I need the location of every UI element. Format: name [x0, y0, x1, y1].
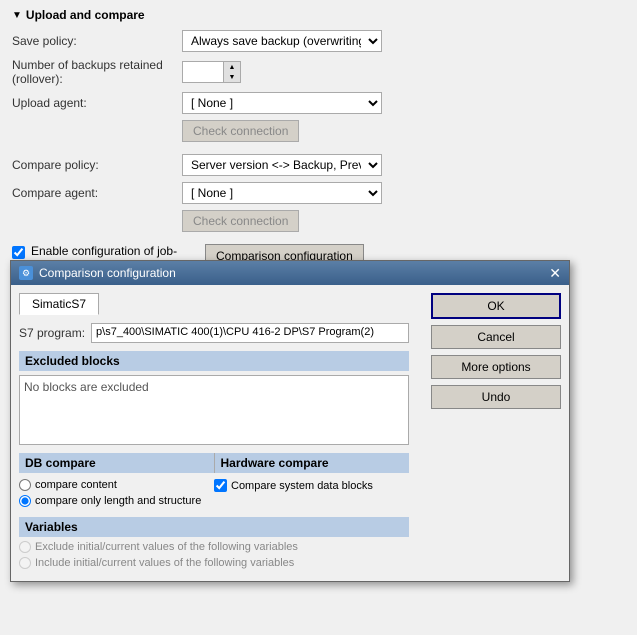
- compare-agent-control: [ None ]: [182, 182, 625, 204]
- compare-content-label: compare content: [35, 479, 117, 491]
- compare-length-radio[interactable]: [19, 495, 31, 507]
- modal-right-panel: OK Cancel More options Undo: [431, 293, 561, 409]
- tab-bar: SimaticS7: [19, 293, 409, 315]
- db-compare-header: DB compare: [19, 453, 215, 473]
- spinner-up[interactable]: ▲: [224, 62, 240, 72]
- modal-title-content: ⚙ Comparison configuration: [19, 266, 176, 280]
- modal-title: Comparison configuration: [39, 266, 176, 280]
- compare-columns-header: DB compare Hardware compare: [19, 453, 409, 473]
- upload-agent-select[interactable]: [ None ]: [182, 92, 382, 114]
- upload-agent-label: Upload agent:: [12, 96, 182, 110]
- compare-agent-row: Compare agent: [ None ]: [12, 182, 625, 204]
- save-policy-control: Always save backup (overwriting pre...: [182, 30, 625, 52]
- var-option-1-label: Exclude initial/current values of the fo…: [35, 541, 298, 553]
- compare-policy-row: Compare policy: Server version <-> Backu…: [12, 154, 625, 176]
- compare-system-data-label: Compare system data blocks: [231, 480, 373, 492]
- s7-program-path: p\s7_400\SIMATIC 400(1)\CPU 416-2 DP\S7 …: [91, 323, 409, 343]
- upload-agent-row: Upload agent: [ None ]: [12, 92, 625, 114]
- compare-content-row: compare content: [19, 479, 214, 491]
- modal-icon: ⚙: [19, 266, 33, 280]
- modal-body: SimaticS7 S7 program: p\s7_400\SIMATIC 4…: [11, 285, 569, 581]
- comparison-config-dialog: ⚙ Comparison configuration ✕ SimaticS7 S…: [10, 260, 570, 582]
- backups-row: Number of backups retained (rollover): 1…: [12, 58, 625, 86]
- backups-spinner: 10 ▲ ▼: [182, 61, 241, 83]
- more-options-button[interactable]: More options: [431, 355, 561, 379]
- cancel-button[interactable]: Cancel: [431, 325, 561, 349]
- modal-left-panel: SimaticS7 S7 program: p\s7_400\SIMATIC 4…: [19, 293, 409, 573]
- tab-simatic-s7[interactable]: SimaticS7: [19, 293, 99, 315]
- backups-input[interactable]: 10: [183, 62, 223, 82]
- var-option-2-radio[interactable]: [19, 557, 31, 569]
- hardware-compare-options: Compare system data blocks: [214, 479, 409, 511]
- variables-header: Variables: [19, 517, 409, 537]
- modal-close-button[interactable]: ✕: [549, 266, 561, 280]
- excluded-blocks-text: No blocks are excluded: [24, 380, 149, 394]
- compare-policy-select[interactable]: Server version <-> Backup, Previous: [182, 154, 382, 176]
- section-title: Upload and compare: [26, 8, 145, 22]
- var-option-1-radio[interactable]: [19, 541, 31, 553]
- compare-agent-label: Compare agent:: [12, 186, 182, 200]
- s7-program-label: S7 program:: [19, 326, 85, 340]
- check-connection-1-button[interactable]: Check connection: [182, 120, 299, 142]
- var-option-1-row: Exclude initial/current values of the fo…: [19, 541, 409, 553]
- enable-compare-checkbox[interactable]: [12, 246, 25, 259]
- undo-button[interactable]: Undo: [431, 385, 561, 409]
- backups-control: 10 ▲ ▼: [182, 61, 625, 83]
- compare-content-radio[interactable]: [19, 479, 31, 491]
- save-policy-select[interactable]: Always save backup (overwriting pre...: [182, 30, 382, 52]
- save-policy-row: Save policy: Always save backup (overwri…: [12, 30, 625, 52]
- s7-program-row: S7 program: p\s7_400\SIMATIC 400(1)\CPU …: [19, 323, 409, 343]
- save-policy-label: Save policy:: [12, 34, 182, 48]
- hardware-compare-header: Hardware compare: [215, 453, 410, 473]
- var-option-2-row: Include initial/current values of the fo…: [19, 557, 409, 569]
- compare-system-data-row: Compare system data blocks: [214, 479, 409, 492]
- ok-button[interactable]: OK: [431, 293, 561, 319]
- compare-agent-select[interactable]: [ None ]: [182, 182, 382, 204]
- spinner-buttons: ▲ ▼: [223, 62, 240, 82]
- var-option-2-label: Include initial/current values of the fo…: [35, 557, 294, 569]
- backups-label: Number of backups retained (rollover):: [12, 58, 182, 86]
- upload-compare-header: ▼ Upload and compare: [12, 8, 625, 22]
- modal-titlebar: ⚙ Comparison configuration ✕: [11, 261, 569, 285]
- compare-length-row: compare only length and structure: [19, 495, 214, 507]
- upload-agent-control: [ None ]: [182, 92, 625, 114]
- check-connection-2-button[interactable]: Check connection: [182, 210, 299, 232]
- db-compare-options: compare content compare only length and …: [19, 479, 214, 511]
- compare-policy-label: Compare policy:: [12, 158, 182, 172]
- excluded-blocks-area: No blocks are excluded: [19, 375, 409, 445]
- compare-policy-control: Server version <-> Backup, Previous: [182, 154, 625, 176]
- compare-system-data-checkbox[interactable]: [214, 479, 227, 492]
- excluded-blocks-header: Excluded blocks: [19, 351, 409, 371]
- collapse-icon[interactable]: ▼: [12, 10, 22, 21]
- compare-options: compare content compare only length and …: [19, 479, 409, 511]
- spinner-down[interactable]: ▼: [224, 72, 240, 82]
- compare-length-label: compare only length and structure: [35, 495, 201, 507]
